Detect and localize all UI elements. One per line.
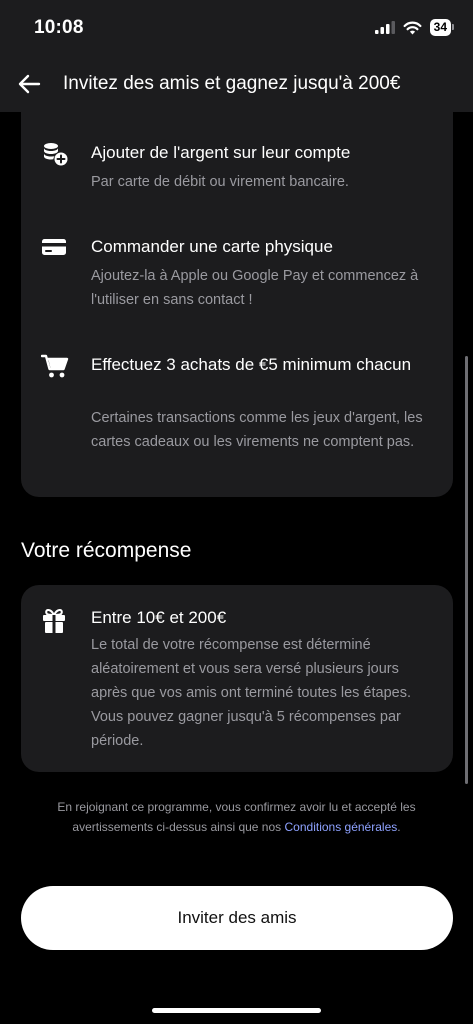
credit-card-icon [42,239,66,255]
step-description: Certaines transactions comme les jeux d'… [91,410,423,450]
status-bar: 10:08 34 [0,0,473,56]
invite-friends-label: Inviter des amis [177,908,297,927]
status-icons: 34 [374,19,455,36]
disclaimer-suffix: . [397,820,401,834]
gift-icon [43,609,65,633]
terms-disclaimer: En rejoignant ce programme, vous confirm… [24,797,449,837]
steps-card: Ajouter de l'argent sur leur compte Par … [21,112,453,497]
terms-link[interactable]: Conditions générales [285,820,398,834]
reward-card: Entre 10€ et 200€ Le total de votre réco… [21,585,453,772]
battery-indicator: 34 [429,19,455,36]
back-button[interactable] [0,56,58,112]
home-indicator[interactable] [152,1008,321,1013]
step-description: Ajoutez-la à Apple ou Google Pay et comm… [91,268,419,308]
invite-friends-button[interactable]: Inviter des amis [21,886,453,950]
reward-section-title: Votre récompense [21,539,192,562]
coins-add-icon [44,143,68,166]
step-title: Effectuez 3 achats de €5 minimum chacun [91,355,412,374]
page-title: Invitez des amis et gagnez jusqu'à 200€ [63,73,401,94]
shopping-cart-icon [41,354,69,378]
status-time: 10:08 [34,17,84,38]
reward-title: Entre 10€ et 200€ [91,608,227,627]
step-description: Par carte de débit ou virement bancaire. [91,174,349,190]
arrow-left-icon [18,74,41,94]
reward-description: Le total de votre récompense est détermi… [91,637,411,749]
step-title: Commander une carte physique [91,237,333,256]
scrollbar[interactable] [465,356,468,784]
wifi-icon [403,21,422,34]
app-header: Invitez des amis et gagnez jusqu'à 200€ [0,56,473,112]
cellular-signal-icon [374,21,395,34]
step-title: Ajouter de l'argent sur leur compte [91,143,351,162]
